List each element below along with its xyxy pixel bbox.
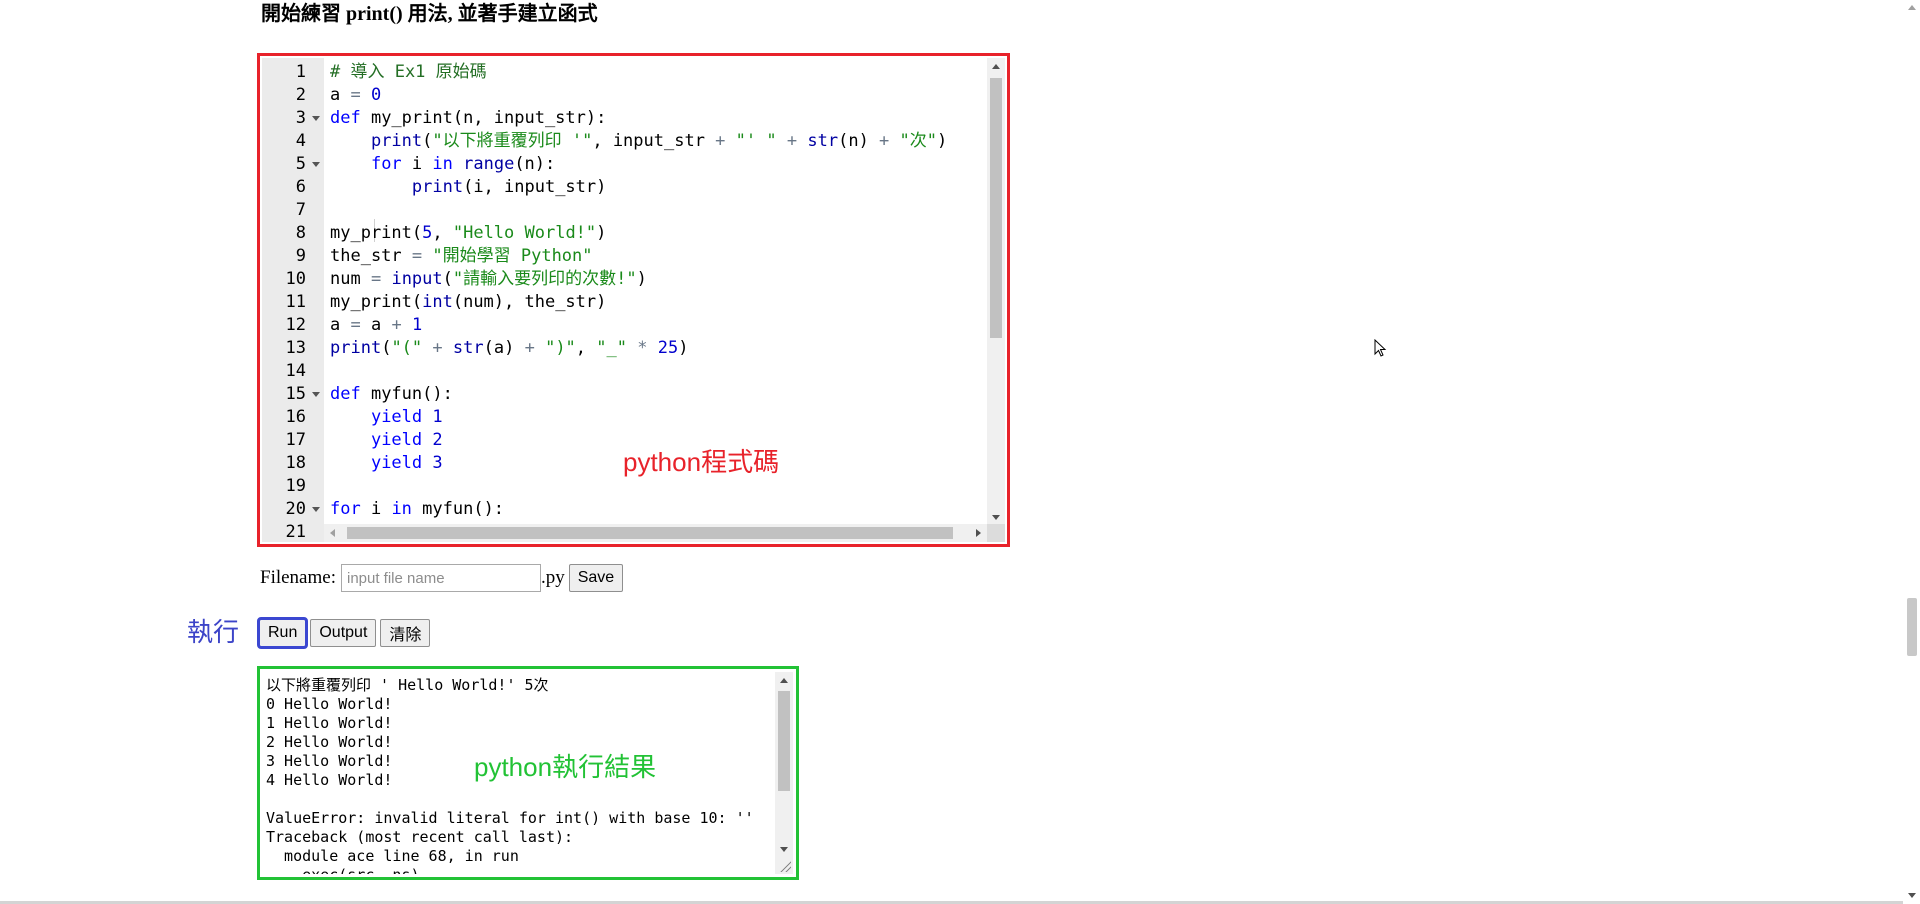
- line-number: 5: [295, 154, 306, 174]
- code-line[interactable]: my_print(5, "Hello World!"): [330, 222, 606, 245]
- output-line: 2 Hello World!: [266, 733, 393, 751]
- line-number: 6: [295, 177, 306, 197]
- output-line: 0 Hello World!: [266, 695, 393, 713]
- line-number: 9: [295, 246, 306, 266]
- scroll-up-arrow-icon[interactable]: [1908, 5, 1916, 10]
- editor-vertical-scrollbar[interactable]: [987, 58, 1005, 524]
- line-number: 14: [285, 361, 306, 381]
- page-scroll-thumb[interactable]: [1907, 598, 1917, 656]
- save-button[interactable]: Save: [568, 564, 624, 592]
- scroll-thumb-horizontal[interactable]: [347, 527, 953, 539]
- output-line: module ace line 68, in run: [266, 847, 519, 865]
- line-number: 16: [285, 407, 306, 427]
- code-line[interactable]: yield 1: [330, 406, 443, 429]
- resize-grip-icon[interactable]: [779, 860, 791, 872]
- code-line[interactable]: # 導入 Ex1 原始碼: [330, 61, 487, 84]
- output-line: 4 Hello World!: [266, 771, 393, 789]
- line-number: 11: [285, 292, 306, 312]
- fold-arrow-icon[interactable]: [312, 392, 320, 397]
- line-number: 20: [285, 499, 306, 519]
- code-line[interactable]: yield 2: [330, 429, 443, 452]
- output-line: exec(src, ns): [266, 866, 419, 874]
- scroll-down-arrow-icon[interactable]: [780, 847, 788, 852]
- filename-input[interactable]: [340, 564, 541, 592]
- run-controls: Run Output 清除: [256, 617, 431, 649]
- fold-arrow-icon[interactable]: [312, 162, 320, 167]
- code-line[interactable]: for i in myfun():: [330, 498, 504, 521]
- line-number: 21: [285, 522, 306, 542]
- code-line[interactable]: yield 3: [330, 452, 443, 475]
- mouse-pointer-icon: [1374, 339, 1387, 357]
- output-button[interactable]: Output: [310, 619, 377, 647]
- fold-arrow-icon[interactable]: [312, 116, 320, 121]
- clear-button[interactable]: 清除: [380, 619, 431, 647]
- scroll-left-arrow-icon[interactable]: [330, 529, 335, 537]
- line-number: 12: [285, 315, 306, 335]
- line-number-gutter: 1 2 3 4 5 6 7 8 9 10 11 12 13 14 15 16 17 18 19 20 21: [262, 58, 324, 542]
- editor-horizontal-scrollbar[interactable]: [324, 524, 987, 542]
- scroll-right-arrow-icon[interactable]: [976, 529, 981, 537]
- filename-row: Filename: .py Save: [260, 564, 624, 592]
- file-extension-label: .py: [540, 567, 565, 588]
- line-number: 18: [285, 453, 306, 473]
- line-number: 7: [295, 200, 306, 220]
- output-line: Traceback (most recent call last):: [266, 828, 574, 846]
- line-number: 8: [295, 223, 306, 243]
- output-line: 1 Hello World!: [266, 714, 393, 732]
- line-number: 2: [295, 85, 306, 105]
- line-number: 3: [295, 108, 306, 128]
- output-line: 以下將重覆列印 ' Hello World!' 5次: [266, 676, 549, 694]
- line-number: 15: [285, 384, 306, 404]
- scroll-thumb[interactable]: [778, 691, 790, 791]
- code-line[interactable]: print("以下將重覆列印 '", input_str + "' " + st…: [330, 130, 947, 153]
- scroll-thumb[interactable]: [990, 78, 1002, 338]
- fold-arrow-icon[interactable]: [312, 507, 320, 512]
- code-line[interactable]: def my_print(n, input_str):: [330, 107, 606, 130]
- code-line[interactable]: a = 0: [330, 84, 381, 107]
- scrollbar-corner: [987, 524, 1005, 542]
- line-number: 4: [295, 131, 306, 151]
- output-line: 3 Hello World!: [266, 752, 393, 770]
- execute-annotation-label: 執行: [187, 617, 240, 647]
- page-heading: 開始練習 print() 用法, 並著手建立函式: [261, 3, 598, 25]
- scroll-up-arrow-icon[interactable]: [780, 678, 788, 683]
- line-number: 17: [285, 430, 306, 450]
- output-vertical-scrollbar[interactable]: [775, 672, 793, 874]
- code-line[interactable]: def myfun():: [330, 383, 453, 406]
- line-number: 13: [285, 338, 306, 358]
- line-number: 1: [295, 62, 306, 82]
- code-annotation-label: python程式碼: [623, 447, 780, 477]
- scroll-up-arrow-icon[interactable]: [992, 64, 1000, 69]
- code-line[interactable]: num = input("請輸入要列印的次數!"): [330, 268, 647, 291]
- filename-label: Filename:: [260, 567, 336, 588]
- output-line: ValueError: invalid literal for int() wi…: [266, 809, 754, 827]
- output-annotation-label: python執行結果: [474, 752, 657, 782]
- code-line[interactable]: my_print(int(num), the_str): [330, 291, 606, 314]
- scroll-down-arrow-icon[interactable]: [992, 515, 1000, 520]
- line-number: 19: [285, 476, 306, 496]
- code-line[interactable]: the_str = "開始學習 Python": [330, 245, 593, 268]
- code-line[interactable]: a = a + 1: [330, 314, 422, 337]
- code-line[interactable]: print("(" + str(a) + ")", "_" * 25): [330, 337, 688, 360]
- line-number: 10: [285, 269, 306, 289]
- scroll-down-arrow-icon[interactable]: [1908, 893, 1916, 898]
- code-line[interactable]: print(i, input_str): [330, 176, 606, 199]
- code-line[interactable]: for i in range(n):: [330, 153, 555, 176]
- page-vertical-scrollbar[interactable]: [1903, 0, 1920, 904]
- run-button[interactable]: Run: [256, 617, 309, 649]
